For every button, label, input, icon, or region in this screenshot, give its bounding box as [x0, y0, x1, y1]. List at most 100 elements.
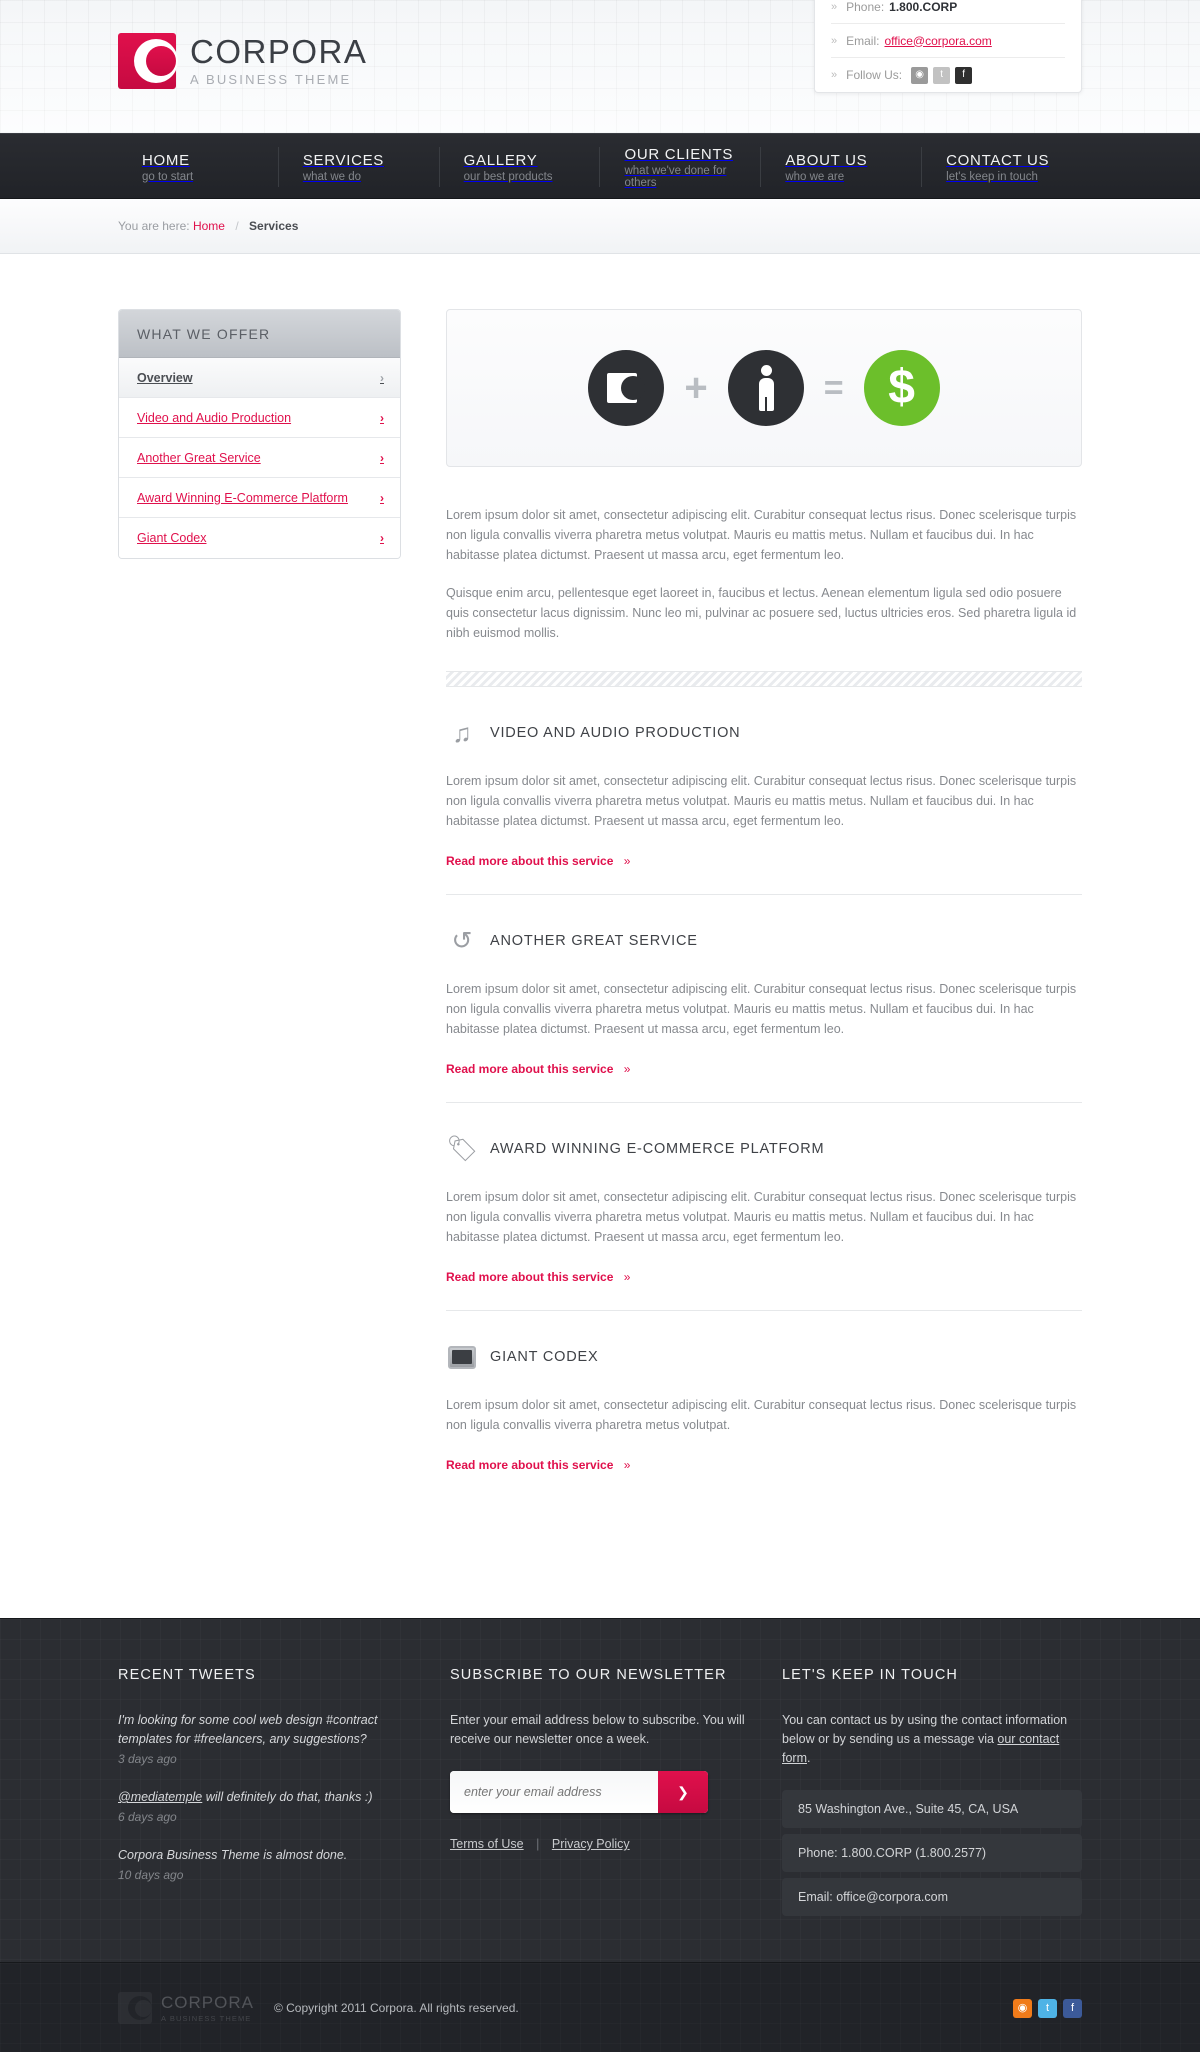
service-text: Lorem ipsum dolor sit amet, consectetur …: [446, 1398, 1077, 1432]
chevron-right-icon: ›: [380, 531, 384, 545]
sidebar-item-overview[interactable]: Overview ›: [119, 358, 400, 398]
person-icon: [756, 365, 776, 411]
nav-subtitle: our best products: [463, 170, 553, 183]
chevron-right-icon: ›: [380, 410, 384, 425]
newsletter-email-input[interactable]: [450, 1771, 658, 1813]
intro-paragraph-1: Lorem ipsum dolor sit amet, consectetur …: [446, 508, 1077, 562]
sidebar-item-label: Video and Audio Production: [137, 410, 292, 425]
nav-subtitle: go to start: [142, 170, 194, 183]
contact-lead: You can contact us by using the contact …: [782, 1711, 1082, 1768]
sidebar-item-award-winning-e-commerce-platform[interactable]: Award Winning E-Commerce Platform ›: [119, 478, 400, 518]
bottom-bar: CORPORA A BUSINESS THEME © Copyright 201…: [0, 1962, 1200, 2052]
read-more-link[interactable]: Read more about this service »: [446, 854, 630, 868]
nav-item-services[interactable]: SERVICES what we do: [277, 147, 439, 187]
facebook-icon[interactable]: f: [955, 66, 973, 84]
nav-item-gallery[interactable]: GALLERY our best products: [438, 147, 600, 187]
contact-box-phone: Phone: 1.800.CORP (1.800.2577): [782, 1834, 1082, 1872]
chevron-double-right-icon: »: [623, 1270, 631, 1284]
twitter-icon[interactable]: t: [933, 66, 951, 84]
footer-logo-text: CORPORA A BUSINESS THEME: [161, 1994, 254, 2023]
read-more-link[interactable]: Read more about this service »: [446, 1062, 630, 1076]
contact-row-email: » Email: office@corpora.com: [831, 24, 1065, 58]
footer-logo[interactable]: CORPORA A BUSINESS THEME: [118, 1992, 254, 2024]
page-root: CORPORA A BUSINESS THEME » Phone: 1.800.…: [0, 0, 1200, 2052]
rss-icon[interactable]: ◉: [911, 66, 929, 84]
chevron-double-right-icon: »: [623, 854, 631, 868]
logo-mark-icon: [118, 33, 178, 89]
main-navigation: HOME go to start SERVICES what we do GAL…: [0, 133, 1200, 199]
terms-of-use-link[interactable]: Terms of Use: [450, 1837, 524, 1851]
service-header: ↺ ANOTHER GREAT SERVICE: [446, 925, 1082, 957]
header-social-links: ◉ t f: [911, 66, 973, 84]
tweet-age: 6 days ago: [118, 1810, 177, 1824]
sidebar: WHAT WE OFFER Overview › Video and Audio…: [118, 309, 401, 1528]
newsletter-form: ❯: [450, 1771, 708, 1813]
sidebar-item-video-and-audio-production[interactable]: Video and Audio Production ›: [119, 398, 400, 438]
copyright-text: © Copyright 2011 Corpora. All rights res…: [273, 2001, 519, 2015]
nav-items: HOME go to start SERVICES what we do GAL…: [118, 134, 1082, 200]
site-header: CORPORA A BUSINESS THEME » Phone: 1.800.…: [0, 0, 1200, 133]
twitter-icon[interactable]: t: [1038, 1998, 1057, 2018]
corpora-mark-icon: [607, 373, 646, 403]
what-we-offer-panel: WHAT WE OFFER Overview › Video and Audio…: [118, 309, 401, 559]
main-wrap: WHAT WE OFFER Overview › Video and Audio…: [118, 254, 1082, 1618]
footer-column-newsletter: SUBSCRIBE TO OUR NEWSLETTER Enter your e…: [450, 1667, 750, 1922]
read-more-link[interactable]: Read more about this service »: [446, 1458, 630, 1472]
nav-item-contact-us[interactable]: CONTACT US let's keep in touch: [921, 147, 1082, 187]
sidebar-item-giant-codex[interactable]: Giant Codex ›: [119, 518, 400, 558]
privacy-policy-link[interactable]: Privacy Policy: [552, 1837, 630, 1851]
nav-title: OUR CLIENTS: [624, 145, 734, 163]
facebook-icon[interactable]: f: [1063, 1998, 1082, 2018]
sidebar-item-another-great-service[interactable]: Another Great Service ›: [119, 438, 400, 478]
read-more-link[interactable]: Read more about this service »: [446, 1270, 630, 1284]
email-label: Email:: [846, 33, 880, 48]
tweet-text: I'm looking for some cool web design #co…: [118, 1713, 378, 1746]
logo-text: CORPORA A BUSINESS THEME: [190, 35, 367, 87]
footer-heading-tweets: RECENT TWEETS: [118, 1667, 256, 1683]
person-head: [760, 365, 772, 376]
tweet-text-rest: will definitely do that, thanks :): [202, 1790, 373, 1804]
service-text: Lorem ipsum dolor sit amet, consectetur …: [446, 982, 1077, 1036]
breadcrumb-link-home[interactable]: Home: [193, 219, 225, 233]
footer-policy-links: Terms of Use | Privacy Policy: [450, 1837, 750, 1851]
chevron-right-icon: ›: [380, 450, 384, 465]
equals-sign: =: [823, 369, 844, 407]
nav-title: HOME: [142, 151, 190, 169]
newsletter-submit-button[interactable]: ❯: [658, 1771, 708, 1813]
footer-columns: RECENT TWEETS I'm looking for some cool …: [118, 1667, 1082, 1922]
nav-subtitle: what we do: [302, 170, 362, 183]
footer-logo-tagline: A BUSINESS THEME: [161, 2013, 252, 2023]
hatched-divider: [446, 671, 1082, 687]
contact-row-follow: » Follow Us: ◉ t f: [831, 58, 1065, 92]
email-link[interactable]: office@corpora.com: [884, 34, 991, 48]
site-footer: RECENT TWEETS I'm looking for some cool …: [0, 1618, 1200, 1962]
site-logo[interactable]: CORPORA A BUSINESS THEME: [118, 33, 367, 89]
logo-tagline: A BUSINESS THEME: [190, 71, 352, 87]
nav-item-our-clients[interactable]: OUR CLIENTS what we've done for others: [599, 145, 760, 189]
tweet-age: 3 days ago: [118, 1752, 177, 1766]
tweet-item: I'm looking for some cool web design #co…: [118, 1711, 418, 1766]
sidebar-item-label: Overview: [137, 370, 193, 385]
breadcrumb-prefix: You are here:: [118, 219, 190, 233]
intro-paragraph-2: Quisque enim arcu, pellentesque eget lao…: [446, 586, 1077, 640]
tweet-text: @mediatemple will definitely do that, th…: [118, 1788, 418, 1807]
sync-arrows-icon: ↺: [451, 926, 473, 955]
sidebar-item-label: Award Winning E-Commerce Platform: [137, 490, 348, 505]
chevron-right-icon: ›: [380, 490, 384, 505]
plus-sign: +: [684, 366, 708, 410]
header-contact-card: » Phone: 1.800.CORP » Email: office@corp…: [814, 0, 1082, 93]
service-text: Lorem ipsum dolor sit amet, consectetur …: [446, 774, 1077, 828]
nav-item-home[interactable]: HOME go to start: [118, 147, 278, 187]
nav-item-about-us[interactable]: ABOUT US who we are: [760, 147, 921, 187]
phone-value: 1.800.CORP: [889, 0, 958, 14]
rss-icon[interactable]: ◉: [1013, 1998, 1032, 2018]
contact-lead-after: .: [807, 1751, 811, 1765]
service-block-giant-codex: GIANT CODEX Lorem ipsum dolor sit amet, …: [446, 1341, 1082, 1498]
contact-box-address: 85 Washington Ave., Suite 45, CA, USA: [782, 1790, 1082, 1828]
service-title: GIANT CODEX: [490, 1349, 599, 1365]
phone-label: Phone:: [846, 0, 885, 14]
footer-heading-keep-in-touch: LET'S KEEP IN TOUCH: [782, 1667, 958, 1683]
tweet-handle-link[interactable]: @mediatemple: [118, 1790, 202, 1804]
chevron-right-icon: »: [831, 34, 838, 47]
nav-title: GALLERY: [463, 151, 538, 169]
